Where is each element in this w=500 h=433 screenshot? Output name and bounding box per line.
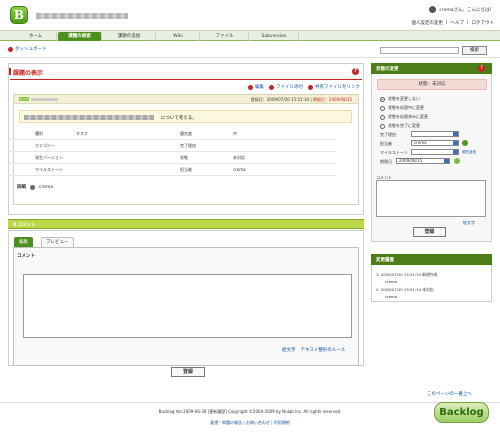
- divider: [8, 175, 336, 176]
- tab-home[interactable]: ホーム: [15, 32, 57, 41]
- attach-icon: [269, 84, 274, 90]
- comment-links: 絵文字 テキスト整形のルール: [282, 347, 345, 353]
- completion-reason-select[interactable]: [411, 131, 459, 137]
- edit-link[interactable]: 編集: [248, 84, 264, 90]
- assignee-icon[interactable]: [462, 140, 468, 146]
- sidebar-emoji-link[interactable]: 絵文字: [463, 220, 475, 226]
- dashboard-link[interactable]: ダッシュボード: [8, 46, 47, 52]
- submit-comment-button[interactable]: 登録: [171, 367, 205, 377]
- page-top-link[interactable]: このページの一番上へ: [427, 391, 472, 397]
- tab-subversion[interactable]: Subversion: [250, 32, 299, 41]
- issue-bar: タスク 登録日：2009/07/20 15:51:34 | 期限日：2009/0…: [14, 95, 358, 104]
- tab-search[interactable]: 課題の検索: [58, 32, 102, 41]
- header-link-logout[interactable]: ログアウト: [472, 20, 495, 26]
- status-submit-button[interactable]: 登録: [413, 227, 446, 237]
- backlog-logo[interactable]: B: [10, 6, 28, 24]
- footer: Backlog Ver.2009-06-30 [更新履歴] Copyright …: [0, 402, 500, 433]
- field-label: 完了理由: [180, 143, 196, 148]
- project-name-blurred: [36, 13, 128, 19]
- issue-key-blurred: [31, 98, 58, 101]
- dashboard-icon: [8, 46, 13, 52]
- summary-blurred: [24, 115, 154, 120]
- backlog-footer-logo[interactable]: Backlog: [434, 402, 489, 423]
- main-tabs: ホーム 課題の検索 課題の追加 Wiki ファイル Subversion: [0, 30, 500, 41]
- emoji-link[interactable]: 絵文字: [282, 347, 296, 353]
- divider: [8, 163, 336, 164]
- tab-wiki[interactable]: Wiki: [157, 32, 200, 41]
- completion-reason-label: 完了理由: [380, 132, 396, 137]
- header-links: 個人設定の変更 | ヘルプ | ログアウト: [411, 20, 494, 26]
- history-header: 変更履歴: [371, 254, 492, 265]
- help-icon[interactable]: ?: [352, 68, 359, 75]
- due-date-input[interactable]: 2009/08/15: [396, 158, 450, 164]
- tab-add[interactable]: 課題の追加: [103, 32, 156, 41]
- divider: [8, 139, 336, 140]
- current-status: 状態：未対応: [377, 79, 487, 90]
- issue-dates: 登録日：2009/07/20 15:51:34 | 期限日：2009/08/15: [250, 97, 352, 102]
- milestone-select[interactable]: [411, 149, 459, 155]
- header-link-settings[interactable]: 個人設定の変更: [411, 20, 443, 26]
- history-user: crema: [385, 294, 397, 299]
- attach-link[interactable]: ファイル添付: [269, 84, 303, 90]
- search-input[interactable]: [380, 47, 459, 54]
- radio-complete[interactable]: 状態を完了に変更: [380, 123, 420, 129]
- comment-label: コメント: [17, 254, 35, 259]
- divider: [8, 151, 336, 152]
- comment-count-bar: 0 コメント: [8, 219, 364, 229]
- history-item: 1. 2009/07/20 15:51:34 新規作成: [376, 272, 438, 277]
- radio-processed[interactable]: 状態を処理済みに変更: [380, 114, 428, 120]
- edit-icon: [248, 84, 253, 90]
- tab-edit[interactable]: 編集: [14, 237, 33, 247]
- copyright: Backlog Ver.2009-06-30 [更新履歴] Copyright …: [158, 409, 342, 414]
- calendar-icon[interactable]: [454, 158, 460, 164]
- status-header: 状態の変更: [371, 63, 492, 74]
- search-button[interactable]: 検索: [462, 46, 487, 55]
- share-link[interactable]: 共有ファイルをリンク: [308, 84, 360, 90]
- field-label: 担当者: [180, 167, 192, 172]
- header-link-help[interactable]: ヘルプ: [450, 20, 464, 26]
- page-title: 課題の表示: [8, 68, 44, 77]
- due-date-label: 期限日: [380, 159, 392, 164]
- field-value: タスク: [76, 131, 88, 136]
- footer-links[interactable]: 要望・問題の報告 | お問い合わせ | 利用規約: [0, 420, 500, 426]
- field-label: 状態: [180, 155, 188, 160]
- user-greeting: cremaさん、こんにちは！: [429, 6, 494, 13]
- history-item: 2. 2009/07/20 15:51:34 未対応: [376, 287, 434, 292]
- sidebar-help-icon[interactable]: ?: [478, 65, 485, 72]
- user-avatar: [30, 184, 35, 190]
- radio-keep[interactable]: 状態を変更しない: [380, 96, 420, 102]
- assignee-label: 担当者: [380, 141, 392, 146]
- user-avatar: [429, 6, 437, 13]
- field-label: 発生バージョン: [35, 155, 63, 160]
- field-value: 未対応: [233, 155, 245, 160]
- reply-link[interactable]: 現在返信: [462, 150, 476, 155]
- title-underline: [10, 79, 362, 80]
- comment-textarea[interactable]: [23, 274, 352, 338]
- field-label: 種別: [35, 131, 43, 136]
- share-icon: [308, 84, 313, 90]
- detail-row: 詳細 crema: [17, 184, 54, 190]
- field-value: crema: [233, 167, 246, 172]
- history-user: crema: [385, 279, 397, 284]
- format-rule-link[interactable]: テキスト整形のルール: [301, 347, 346, 353]
- radio-processing[interactable]: 状態を処理中に変更: [380, 105, 424, 111]
- tab-preview[interactable]: プレビュー: [41, 237, 74, 247]
- field-value: 中: [233, 131, 237, 136]
- assignee-select[interactable]: crema: [411, 140, 459, 146]
- sidebar-comment-textarea[interactable]: [376, 180, 486, 217]
- field-label: カテゴリー: [35, 143, 55, 148]
- milestone-label: マイルストーン: [380, 150, 408, 155]
- type-badge: タスク: [19, 97, 29, 101]
- field-label: 優先度: [180, 131, 192, 136]
- header: B cremaさん、こんにちは！ 個人設定の変更 | ヘルプ | ログアウト: [0, 0, 500, 30]
- field-label: マイルストーン: [35, 167, 63, 172]
- issue-card: タスク 登録日：2009/07/20 15:51:34 | 期限日：2009/0…: [13, 94, 359, 205]
- tab-file[interactable]: ファイル: [201, 32, 249, 41]
- issue-actions: 編集 ファイル添付 共有ファイルをリンク: [248, 84, 360, 90]
- issue-summary: について考える。: [19, 110, 352, 123]
